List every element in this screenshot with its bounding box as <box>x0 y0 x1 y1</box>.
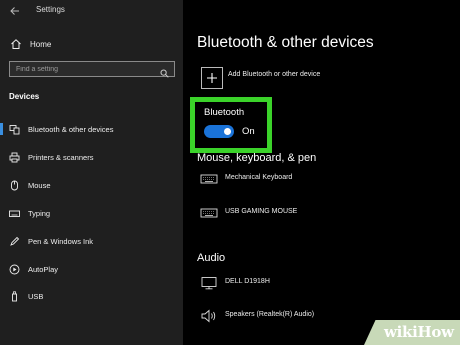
search-input[interactable] <box>16 64 156 75</box>
search-box[interactable] <box>9 61 175 78</box>
sidebar-item-pen[interactable]: Pen & Windows Ink <box>0 231 183 251</box>
device-name: DELL D1918H <box>225 278 270 285</box>
sidebar-item-label: Printers & scanners <box>28 152 94 162</box>
page-title: Bluetooth & other devices <box>197 34 374 51</box>
usb-icon <box>9 290 20 302</box>
main-panel: Bluetooth & other devices Add Bluetooth … <box>183 0 460 345</box>
sidebar-item-mouse[interactable]: Mouse <box>0 175 183 195</box>
home-label: Home <box>30 39 52 49</box>
plus-icon <box>207 73 217 83</box>
bluetooth-state: On <box>242 126 255 137</box>
bluetooth-toggle[interactable] <box>204 125 234 138</box>
back-arrow-icon[interactable] <box>8 4 22 18</box>
sidebar-item-label: Typing <box>28 208 51 218</box>
device-dell-monitor[interactable]: DELL D1918H <box>200 276 450 292</box>
sidebar-item-label: Pen & Windows Ink <box>28 236 94 246</box>
speaker-icon <box>200 309 218 323</box>
bluetooth-highlight: Bluetooth On <box>190 97 272 153</box>
search-icon[interactable] <box>160 65 169 78</box>
sidebar-item-label: AutoPlay <box>28 264 59 274</box>
device-name: Speakers (Realtek(R) Audio) <box>225 311 315 318</box>
device-name: Mechanical Keyboard <box>225 174 293 181</box>
sidebar-item-label: Bluetooth & other devices <box>28 124 114 134</box>
sidebar-item-autoplay[interactable]: AutoPlay <box>0 259 183 279</box>
add-device-button[interactable] <box>201 67 223 89</box>
active-indicator <box>0 123 3 135</box>
sidebar-item-label: USB <box>28 291 44 301</box>
device-mechanical-keyboard[interactable]: Mechanical Keyboard <box>200 172 450 188</box>
sidebar-item-typing[interactable]: Typing <box>0 203 183 223</box>
autoplay-icon <box>9 264 20 275</box>
sidebar-item-bluetooth[interactable]: Bluetooth & other devices <box>0 119 183 139</box>
watermark-suffix: How <box>417 323 455 341</box>
sidebar-item-printers[interactable]: Printers & scanners <box>0 147 183 167</box>
window-title: Settings <box>36 5 65 14</box>
group-title-audio: Audio <box>197 252 226 264</box>
watermark-prefix: wiki <box>384 323 418 341</box>
keyboard-icon <box>200 172 218 186</box>
home-icon <box>10 38 22 50</box>
mouse-icon <box>9 180 20 191</box>
toggle-knob <box>224 128 231 135</box>
sidebar-home[interactable]: Home <box>10 38 51 50</box>
sidebar-item-label: Mouse <box>28 180 51 190</box>
group-title-mouse-keyboard-pen: Mouse, keyboard, & pen <box>197 152 317 164</box>
device-name: USB GAMING MOUSE <box>225 208 298 215</box>
wikihow-watermark: wikiHow <box>364 320 460 345</box>
keyboard-icon <box>200 206 218 220</box>
sidebar: Home Devices Bluetooth & other devices P… <box>0 0 183 345</box>
pen-icon <box>9 236 20 247</box>
device-usb-gaming-mouse[interactable]: USB GAMING MOUSE <box>200 206 450 222</box>
keyboard-icon <box>9 208 20 219</box>
bluetooth-label: Bluetooth <box>204 107 245 118</box>
section-label-devices: Devices <box>9 92 40 101</box>
printer-icon <box>9 152 20 163</box>
monitor-icon <box>200 276 218 290</box>
sidebar-item-usb[interactable]: USB <box>0 286 183 306</box>
bluetooth-devices-icon <box>9 124 20 135</box>
watermark-text: wikiHow <box>384 323 454 341</box>
add-device-label[interactable]: Add Bluetooth or other device <box>228 71 320 78</box>
